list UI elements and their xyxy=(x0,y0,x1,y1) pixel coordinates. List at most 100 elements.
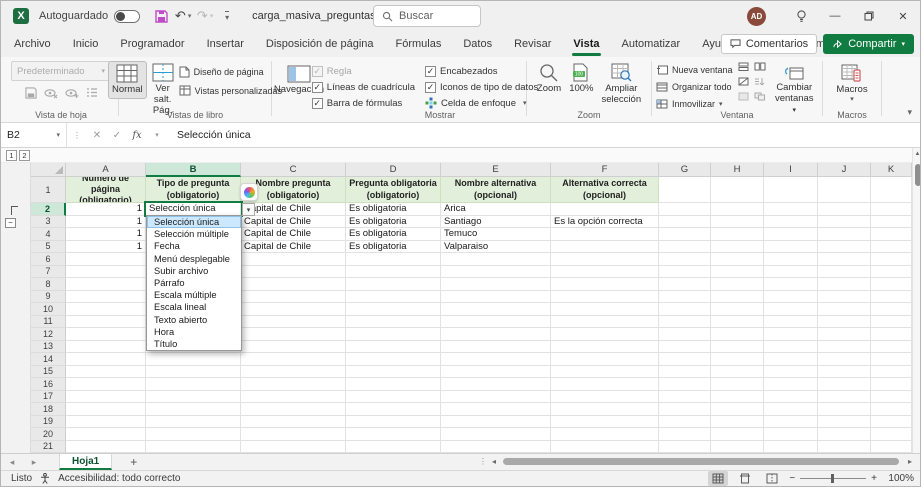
focus-cell-button[interactable]: Celda de enfoque ▾ xyxy=(425,95,538,111)
cell-B19[interactable] xyxy=(146,416,241,429)
cell-A8[interactable] xyxy=(66,278,146,291)
data-validation-dropdown-button[interactable]: ▾ xyxy=(242,203,255,216)
cell-D15[interactable] xyxy=(346,366,441,379)
cell-G11[interactable] xyxy=(659,316,711,329)
row-header-20[interactable]: 20 xyxy=(31,428,66,441)
cell-J5[interactable] xyxy=(818,241,871,254)
cell-A9[interactable] xyxy=(66,291,146,304)
cell-H15[interactable] xyxy=(711,366,764,379)
cell-I8[interactable] xyxy=(764,278,818,291)
cell-I17[interactable] xyxy=(764,391,818,404)
cell-C19[interactable] xyxy=(241,416,346,429)
row-header-9[interactable]: 9 xyxy=(31,291,66,304)
cell-K8[interactable] xyxy=(871,278,912,291)
cell-B21[interactable] xyxy=(146,441,241,454)
cell-A20[interactable] xyxy=(66,428,146,441)
select-all-corner[interactable] xyxy=(31,163,66,177)
cell-A3[interactable]: 1 xyxy=(66,216,146,229)
cell-J10[interactable] xyxy=(818,303,871,316)
cell-E4[interactable]: Temuco xyxy=(441,228,551,241)
dropdown-item-titulo[interactable]: Título xyxy=(147,338,241,350)
cell-F4[interactable] xyxy=(551,228,659,241)
row-header-8[interactable]: 8 xyxy=(31,278,66,291)
cell-H20[interactable] xyxy=(711,428,764,441)
cell-G10[interactable] xyxy=(659,303,711,316)
row-header-1[interactable]: 1 xyxy=(31,177,66,203)
cell-A16[interactable] xyxy=(66,378,146,391)
cell-K4[interactable] xyxy=(871,228,912,241)
cell-K5[interactable] xyxy=(871,241,912,254)
cell-H2[interactable] xyxy=(711,203,764,216)
cell-D13[interactable] xyxy=(346,341,441,354)
scroll-left-icon[interactable]: ◂ xyxy=(492,457,496,466)
cell-C20[interactable] xyxy=(241,428,346,441)
row-header-21[interactable]: 21 xyxy=(31,441,66,454)
formula-bar-content[interactable]: Selección única xyxy=(177,129,251,141)
cell-H14[interactable] xyxy=(711,353,764,366)
cell-G4[interactable] xyxy=(659,228,711,241)
cell-F19[interactable] xyxy=(551,416,659,429)
sheet-nav-left-icon[interactable]: ◂ xyxy=(1,457,23,468)
tab-disposicion-de-pagina[interactable]: Disposición de página xyxy=(255,33,385,55)
row-header-5[interactable]: 5 xyxy=(31,241,66,254)
cell-J15[interactable] xyxy=(818,366,871,379)
tab-automatizar[interactable]: Automatizar xyxy=(611,33,692,55)
row-header-11[interactable]: 11 xyxy=(31,316,66,329)
dropdown-item-subir-archivo[interactable]: Subir archivo xyxy=(147,265,241,277)
cell-D12[interactable] xyxy=(346,328,441,341)
cell-D4[interactable]: Es obligatoria xyxy=(346,228,441,241)
cell-C11[interactable] xyxy=(241,316,346,329)
row-header-16[interactable]: 16 xyxy=(31,378,66,391)
cell-H10[interactable] xyxy=(711,303,764,316)
checkbox-lineas-de-cuadricula[interactable]: ✓Líneas de cuadrícula xyxy=(312,79,415,95)
cell-A7[interactable] xyxy=(66,266,146,279)
whats-new-button[interactable] xyxy=(784,1,818,31)
cell-J16[interactable] xyxy=(818,378,871,391)
cell-G16[interactable] xyxy=(659,378,711,391)
cell-J7[interactable] xyxy=(818,266,871,279)
save-button[interactable] xyxy=(150,5,172,27)
cell-A2[interactable]: 1 xyxy=(66,203,146,216)
cell-F6[interactable] xyxy=(551,253,659,266)
cell-K11[interactable] xyxy=(871,316,912,329)
cell-I9[interactable] xyxy=(764,291,818,304)
cell-H7[interactable] xyxy=(711,266,764,279)
cell-I16[interactable] xyxy=(764,378,818,391)
cell-I2[interactable] xyxy=(764,203,818,216)
dropdown-item-seleccion-multiple[interactable]: Selección múltiple xyxy=(147,228,241,240)
split-window-icon[interactable] xyxy=(738,62,749,74)
cell-K14[interactable] xyxy=(871,353,912,366)
cell-E16[interactable] xyxy=(441,378,551,391)
cell-B20[interactable] xyxy=(146,428,241,441)
row-header-19[interactable]: 19 xyxy=(31,416,66,429)
dropdown-item-parrafo[interactable]: Párrafo xyxy=(147,277,241,289)
cell-E12[interactable] xyxy=(441,328,551,341)
cell-K9[interactable] xyxy=(871,291,912,304)
outline-level-1-button[interactable]: 1 xyxy=(6,150,17,161)
search-input[interactable]: Buscar xyxy=(373,5,481,27)
cell-G7[interactable] xyxy=(659,266,711,279)
cell-I11[interactable] xyxy=(764,316,818,329)
macros-button[interactable]: Macros ▾ xyxy=(833,62,870,106)
cell-I14[interactable] xyxy=(764,353,818,366)
cell-J17[interactable] xyxy=(818,391,871,404)
cell-E11[interactable] xyxy=(441,316,551,329)
cell-D16[interactable] xyxy=(346,378,441,391)
cell-E9[interactable] xyxy=(441,291,551,304)
column-header-F[interactable]: F xyxy=(551,163,659,177)
row-header-12[interactable]: 12 xyxy=(31,328,66,341)
cell-J13[interactable] xyxy=(818,341,871,354)
dropdown-item-hora[interactable]: Hora xyxy=(147,326,241,338)
tab-vista[interactable]: Vista xyxy=(562,33,610,55)
dropdown-item-seleccion-unica[interactable]: Selección única xyxy=(147,216,241,228)
cell-D21[interactable] xyxy=(346,441,441,454)
cell-F20[interactable] xyxy=(551,428,659,441)
formula-bar-expand-icon[interactable]: ▾ xyxy=(147,131,167,139)
cell-K3[interactable] xyxy=(871,216,912,229)
cell-D11[interactable] xyxy=(346,316,441,329)
cell-J11[interactable] xyxy=(818,316,871,329)
cell-G1[interactable] xyxy=(659,177,711,203)
zoom-level[interactable]: 100% xyxy=(884,473,914,484)
cell-F10[interactable] xyxy=(551,303,659,316)
cell-F1[interactable]: Alternativa correcta (opcional) xyxy=(551,177,659,203)
